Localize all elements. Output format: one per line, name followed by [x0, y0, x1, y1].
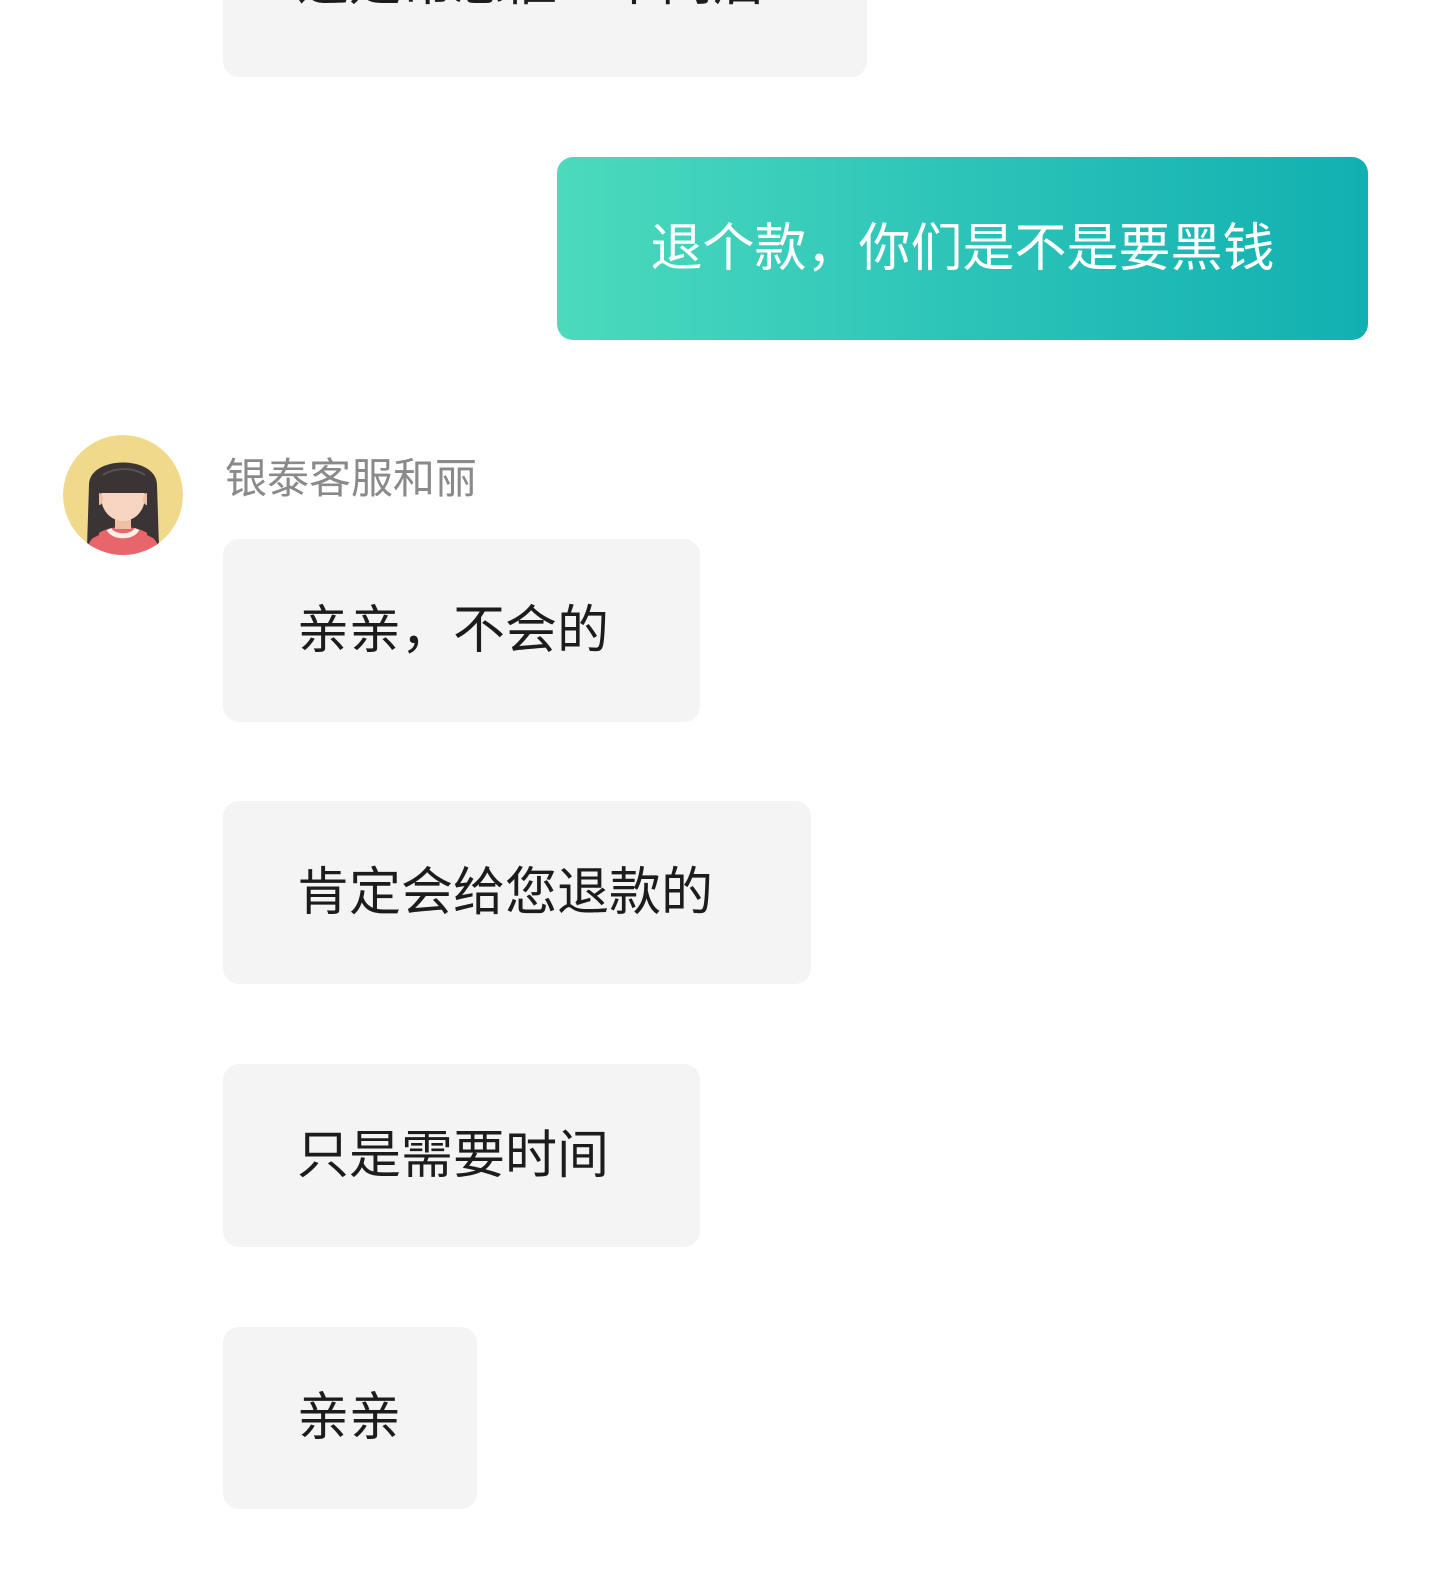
agent-message-bubble[interactable]: 只是需要时间 [223, 1064, 700, 1247]
message-text: 亲亲 [297, 1388, 402, 1448]
agent-message-bubble[interactable]: 亲亲，不会的 [223, 539, 700, 722]
agent-name: 银泰客服和丽 [225, 454, 478, 503]
agent-message-bubble[interactable]: 肯定会给您退款的 [223, 801, 811, 984]
message-text: 肯定会给您退款的 [297, 862, 714, 923]
message-text: 只是需要时间 [297, 1125, 610, 1186]
user-message-bubble[interactable]: 退个款，你们是不是要黑钱 [557, 157, 1368, 340]
agent-avatar[interactable] [63, 435, 183, 555]
agent-message-bubble[interactable]: 亲亲 [223, 1327, 477, 1509]
message-text: 退个款，你们是不是要黑钱 [650, 218, 1275, 279]
agent-message-bubble[interactable]: 这是常态催一下问后 [223, 0, 867, 77]
message-text: 这是常态催一下问后 [297, 0, 765, 9]
girl-avatar-icon [63, 435, 183, 555]
message-text: 亲亲，不会的 [297, 600, 610, 661]
